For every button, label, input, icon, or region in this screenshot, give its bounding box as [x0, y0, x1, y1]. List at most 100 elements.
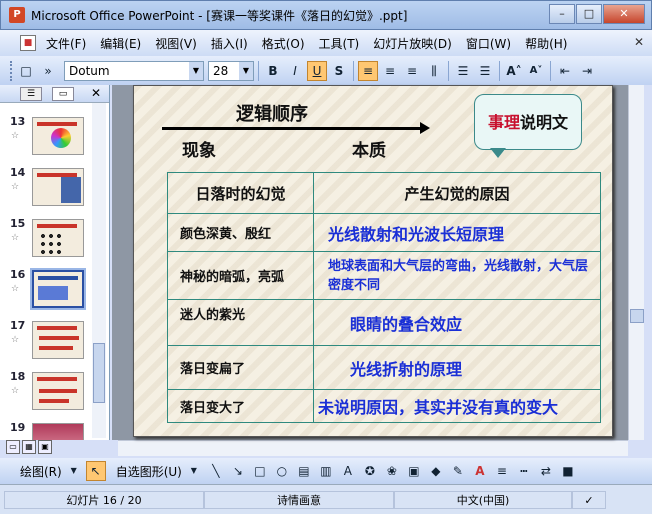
chevron-down-icon[interactable]: ▼ — [239, 61, 253, 80]
line-tool-icon[interactable]: ╲ — [206, 461, 226, 481]
arrow-tool-icon[interactable]: ↘ — [228, 461, 248, 481]
slides-tab-icon[interactable]: ▭ — [52, 87, 74, 101]
menu-view[interactable]: 视图(V) — [155, 35, 197, 52]
menu-help[interactable]: 帮助(H) — [525, 35, 567, 52]
slide-thumbnail-row[interactable]: 15 ☆ — [0, 217, 92, 263]
wordart-icon[interactable]: A — [338, 461, 358, 481]
illusion-table[interactable]: 日落时的幻觉 产生幻觉的原因 颜色深黄、殷红 光线散射和光波长短原理 神秘的暗弧… — [167, 172, 601, 423]
animation-star-icon: ☆ — [11, 284, 20, 294]
select-pointer-icon[interactable]: ↖ — [85, 461, 106, 481]
menu-edit[interactable]: 编辑(E) — [100, 35, 141, 52]
table-cell: 未说明原因，其实并没有真的变大 — [313, 389, 601, 423]
scrollbar-thumb[interactable] — [93, 343, 105, 403]
animation-star-icon: ☆ — [11, 182, 20, 192]
pane-close-icon[interactable]: ✕ — [91, 86, 101, 100]
vertical-textbox-icon[interactable]: ▥ — [316, 461, 336, 481]
rectangle-tool-icon[interactable]: □ — [250, 461, 270, 481]
increase-indent-icon[interactable]: ⇥ — [577, 61, 597, 81]
slide-thumbnail[interactable] — [32, 372, 84, 410]
table-cell: 落日变扁了 — [167, 345, 314, 390]
decrease-indent-icon[interactable]: ⇤ — [555, 61, 575, 81]
font-name-select[interactable]: Dotum ▼ — [64, 60, 204, 81]
picture-icon[interactable]: ▣ — [404, 461, 424, 481]
draw-menu[interactable]: 绘图(R) — [20, 463, 62, 480]
phenomenon-label[interactable]: 现象 — [182, 136, 216, 161]
slide-thumbnail-row[interactable]: 13 ☆ — [0, 115, 92, 161]
bold-button[interactable]: B — [263, 61, 283, 81]
slide-thumbnail[interactable] — [32, 117, 84, 155]
slide-thumbnail[interactable] — [32, 168, 84, 206]
menu-tools[interactable]: 工具(T) — [319, 35, 360, 52]
slide-thumbnail[interactable] — [32, 423, 84, 440]
italic-button[interactable]: I — [285, 61, 305, 81]
new-document-icon[interactable]: □ — [16, 61, 36, 81]
shadow-button[interactable]: S — [329, 61, 349, 81]
toolbar-grip[interactable] — [10, 60, 14, 81]
bullets-icon[interactable]: ☰ — [475, 61, 495, 81]
line-color-icon[interactable]: ✎ — [448, 461, 468, 481]
normal-view-icon[interactable]: ▭ — [6, 440, 20, 454]
close-button[interactable]: ✕ — [603, 4, 645, 24]
minimize-button[interactable]: – — [549, 4, 575, 24]
scrollbar-thumb[interactable] — [630, 309, 644, 323]
align-left-icon[interactable]: ≡ — [358, 60, 378, 81]
increase-font-icon[interactable]: A˄ — [504, 61, 524, 81]
autoshapes-menu[interactable]: 自选图形(U) — [116, 463, 182, 480]
shadow-style-icon[interactable]: ■ — [558, 461, 578, 481]
font-size-select[interactable]: 28 ▼ — [208, 60, 254, 81]
arrow-line[interactable] — [162, 127, 424, 130]
slide-thumbnail-row[interactable]: 16 ☆ — [0, 268, 92, 314]
maximize-button[interactable]: □ — [576, 4, 602, 24]
slide-thumbnail[interactable] — [32, 321, 84, 359]
slideshow-view-icon[interactable]: ▣ — [38, 440, 52, 454]
spelling-check-icon[interactable]: ✓ — [572, 491, 606, 509]
slides-pane: ☰ ▭ ✕ 13 ☆ 14 ☆ 15 ☆ 16 ☆ 17 ☆ 18 ☆ 19 — [0, 85, 110, 440]
arrow-style-icon[interactable]: ⇄ — [536, 461, 556, 481]
slides-pane-scrollbar[interactable] — [92, 103, 106, 438]
outline-tab-icon[interactable]: ☰ — [20, 87, 42, 101]
chevron-down-icon[interactable]: ▼ — [189, 61, 203, 80]
slide-thumbnail-row[interactable]: 19 — [0, 421, 92, 440]
essence-label[interactable]: 本质 — [352, 136, 386, 161]
slide-number: 15 — [10, 217, 26, 230]
oval-tool-icon[interactable]: ○ — [272, 461, 292, 481]
slide-sorter-icon[interactable]: ▦ — [22, 440, 36, 454]
menu-window[interactable]: 窗口(W) — [466, 35, 511, 52]
slide-thumbnail[interactable] — [32, 219, 84, 257]
document-icon[interactable]: ■ — [20, 35, 36, 51]
editor-vertical-scrollbar[interactable] — [628, 85, 644, 440]
menu-file[interactable]: 文件(F) — [46, 35, 86, 52]
chevron-down-icon[interactable]: ▼ — [64, 461, 84, 481]
slide-thumbnail-row[interactable]: 14 ☆ — [0, 166, 92, 212]
slide-thumbnail-row[interactable]: 17 ☆ — [0, 319, 92, 365]
document-close-icon[interactable]: ✕ — [634, 35, 644, 49]
align-center-icon[interactable]: ≡ — [380, 61, 400, 81]
fill-color-icon[interactable]: ◆ — [426, 461, 446, 481]
dash-style-icon[interactable]: ┅ — [514, 461, 534, 481]
underline-button[interactable]: U — [307, 60, 327, 81]
color-wheel-image — [51, 128, 71, 148]
numbering-icon[interactable]: ☰ — [453, 61, 473, 81]
thumbnail-title-bar — [37, 326, 77, 330]
slide-canvas[interactable]: 逻辑顺序 现象 本质 事理说明文 日落时的幻觉 产生幻觉的原因 颜色深黄、殷红 … — [133, 85, 613, 437]
table-cell: 地球表面和大气层的弯曲，光线散射，大气层密度不同 — [313, 251, 601, 300]
decrease-font-icon[interactable]: A˅ — [526, 61, 546, 81]
menu-format[interactable]: 格式(O) — [262, 35, 305, 52]
horizontal-scrollbar[interactable] — [118, 440, 628, 456]
slide-thumbnail-row[interactable]: 18 ☆ — [0, 370, 92, 416]
diagram-icon[interactable]: ✪ — [360, 461, 380, 481]
font-color-icon[interactable]: A — [470, 461, 490, 481]
chevron-down-icon[interactable]: ▼ — [184, 461, 204, 481]
menu-slideshow[interactable]: 幻灯片放映(D) — [373, 35, 452, 52]
clipart-icon[interactable]: ❀ — [382, 461, 402, 481]
font-name-value: Dotum — [69, 63, 110, 78]
callout-box[interactable]: 事理说明文 — [474, 94, 582, 150]
textbox-tool-icon[interactable]: ▤ — [294, 461, 314, 481]
menu-insert[interactable]: 插入(I) — [211, 35, 248, 52]
distribute-icon[interactable]: ⫼ — [424, 61, 444, 81]
align-right-icon[interactable]: ≡ — [402, 61, 422, 81]
slide-thumbnail-selected[interactable] — [30, 268, 86, 310]
line-style-icon[interactable]: ≡ — [492, 461, 512, 481]
logical-order-heading[interactable]: 逻辑顺序 — [236, 100, 308, 126]
toolbar-options-icon[interactable]: » — [38, 61, 58, 81]
